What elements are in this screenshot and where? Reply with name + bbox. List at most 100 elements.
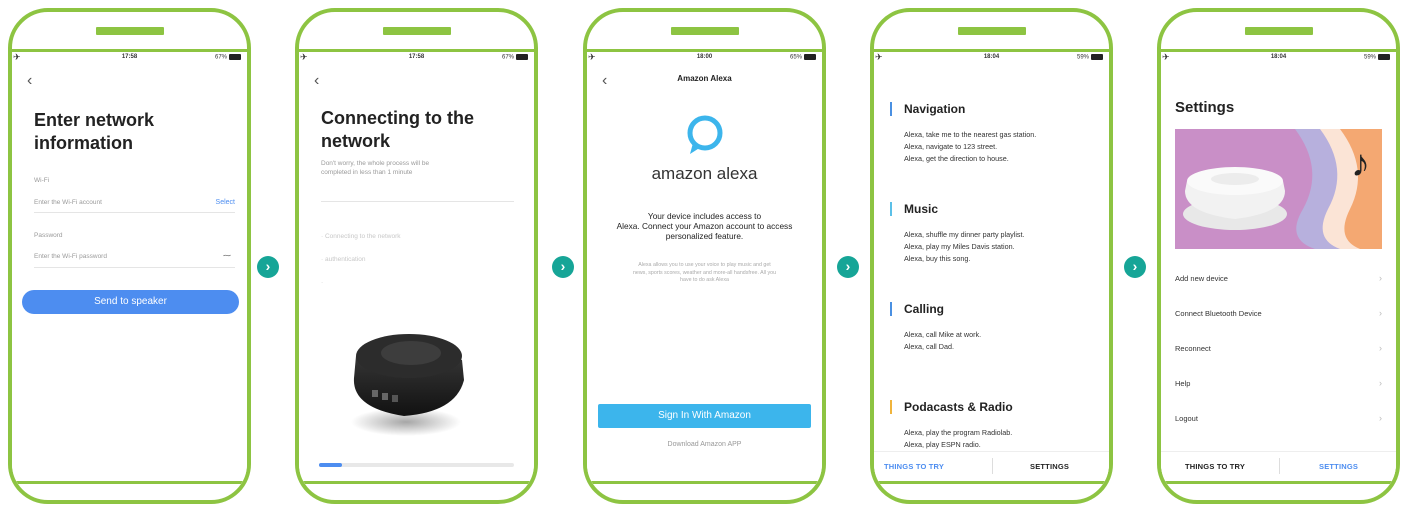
- tab-settings[interactable]: SETTINGS: [1030, 462, 1069, 471]
- next-step-chevron-icon: ›: [837, 256, 859, 278]
- menu-item-label: Help: [1175, 379, 1191, 388]
- speaker-bar: [95, 27, 164, 35]
- example-phrase: Alexa, play my Miles Davis station.: [904, 242, 1015, 251]
- section-accent-bar: [890, 400, 892, 414]
- example-phrase: Alexa, get the direction to house.: [904, 154, 1009, 163]
- status-time: 17:58: [408, 54, 425, 60]
- tab-bar: THINGS TO TRY SETTINGS: [1161, 451, 1396, 481]
- phone-settings: ✈ 18:04 59% Settings ♪ Add new device › Co…: [1157, 8, 1400, 504]
- next-step-chevron-icon: ›: [257, 256, 279, 278]
- battery-indicator: 67%: [215, 54, 241, 61]
- step-connecting: · Connecting to the network: [321, 233, 401, 240]
- section-title: Podacasts & Radio: [890, 400, 1013, 414]
- speaker-bar: [1244, 27, 1313, 35]
- header-title: Amazon Alexa: [677, 74, 732, 83]
- section-examples: Alexa, play the program Radiolab. Alexa, …: [904, 427, 1012, 451]
- battery-indicator: 67%: [502, 54, 528, 61]
- progress-bar: [319, 463, 514, 467]
- battery-indicator: 59%: [1077, 54, 1103, 61]
- status-bar: ✈ 17:58 67%: [299, 52, 534, 64]
- row-arrow-icon: ›: [1379, 343, 1382, 353]
- screen: ✈ 18:00 65% ‹ Amazon Alexa amazon alexa …: [587, 49, 822, 484]
- description: Don't worry, the whole process will be c…: [321, 160, 430, 176]
- speaker-bar: [957, 27, 1026, 35]
- screen: ✈ 17:58 67% ‹ Connecting to the network …: [299, 49, 534, 484]
- example-phrase: Alexa, play the program Radiolab.: [904, 428, 1013, 437]
- section-accent-bar: [890, 302, 892, 316]
- row-arrow-icon: ›: [1379, 308, 1382, 318]
- example-phrase: Alexa, navigate to 123 street.: [904, 142, 998, 151]
- airplane-icon: ✈: [300, 52, 308, 62]
- phone-connecting: ✈ 17:58 67% ‹ Connecting to the network …: [295, 8, 538, 504]
- settings-menu-item[interactable]: Reconnect ›: [1175, 343, 1382, 358]
- battery-indicator: 65%: [790, 54, 816, 61]
- airplane-icon: ✈: [588, 52, 596, 62]
- status-bar: ✈ 18:04 59%: [874, 52, 1109, 64]
- example-phrase: Alexa, play ESPN radio.: [904, 440, 981, 449]
- speaker-bar: [382, 27, 451, 35]
- row-arrow-icon: ›: [1379, 273, 1382, 283]
- eye-toggle-icon[interactable]: ⁓: [223, 251, 231, 260]
- select-wifi-button[interactable]: Select: [216, 199, 235, 206]
- screen: ✈ 18:04 59% Settings ♪ Add new device › Co…: [1161, 49, 1396, 484]
- page-title: Settings: [1175, 99, 1235, 116]
- divider: [34, 267, 235, 268]
- alexa-description: Alexa allows you to use your voice to pl…: [632, 262, 777, 283]
- back-chevron-icon[interactable]: ‹: [314, 72, 319, 90]
- status-bar: ✈ 18:04 59%: [1161, 52, 1396, 64]
- phone-enter-network: ✈ 17:58 67% ‹ Enter network information …: [8, 8, 251, 504]
- settings-menu-item[interactable]: Add new device ›: [1175, 273, 1382, 288]
- password-input[interactable]: Enter the Wi-Fi password: [34, 253, 107, 260]
- section-examples: Alexa, shuffle my dinner party playlist.…: [904, 229, 1025, 265]
- section-accent-bar: [890, 102, 892, 116]
- send-to-speaker-button[interactable]: Send to speaker: [22, 290, 239, 314]
- step-authentication: · authentication: [321, 256, 366, 263]
- tab-things-to-try[interactable]: THINGS TO TRY: [1185, 462, 1245, 471]
- speaker-device-image: [344, 320, 474, 440]
- section-title: Navigation: [890, 102, 965, 116]
- music-note-icon: ♪: [1351, 143, 1370, 185]
- example-phrase: Alexa, take me to the nearest gas statio…: [904, 130, 1037, 139]
- menu-item-label: Reconnect: [1175, 344, 1211, 353]
- status-bar: ✈ 18:00 65%: [587, 52, 822, 64]
- tab-bar: THINGS TO TRY SETTINGS: [874, 451, 1109, 481]
- airplane-icon: ✈: [1162, 52, 1170, 62]
- wifi-label: Wi-Fi: [34, 177, 50, 184]
- settings-menu-item[interactable]: Help ›: [1175, 378, 1382, 393]
- menu-item-label: Add new device: [1175, 274, 1228, 283]
- password-label: Password: [34, 232, 63, 239]
- settings-menu-item[interactable]: Connect Bluetooth Device ›: [1175, 308, 1382, 323]
- menu-item-label: Logout: [1175, 414, 1198, 423]
- section-examples: Alexa, call Mike at work. Alexa, call Dad…: [904, 329, 981, 353]
- intro-text: Your device includes access to Alexa. Co…: [616, 211, 793, 241]
- phone-things-to-try: ✈ 18:04 59% Navigation Alexa, take me to …: [870, 8, 1113, 504]
- sign-in-with-amazon-button[interactable]: Sign In With Amazon: [598, 404, 811, 428]
- divider: [34, 212, 235, 213]
- tab-things-to-try[interactable]: THINGS TO TRY: [884, 462, 944, 471]
- row-arrow-icon: ›: [1379, 413, 1382, 423]
- settings-banner-image: ♪: [1175, 129, 1382, 249]
- section-accent-bar: [890, 202, 892, 216]
- wifi-input[interactable]: Enter the Wi-Fi account: [34, 199, 102, 206]
- status-time: 18:04: [1270, 54, 1287, 60]
- tab-divider: [1279, 458, 1280, 474]
- phone-amazon-alexa: ✈ 18:00 65% ‹ Amazon Alexa amazon alexa …: [583, 8, 826, 504]
- download-amazon-app-link[interactable]: Download Amazon APP: [587, 441, 822, 448]
- airplane-icon: ✈: [875, 52, 883, 62]
- example-phrase: Alexa, call Dad.: [904, 342, 954, 351]
- page-title: Enter network information: [34, 110, 155, 153]
- tab-settings[interactable]: SETTINGS: [1319, 462, 1358, 471]
- back-chevron-icon[interactable]: ‹: [27, 72, 32, 90]
- status-time: 17:58: [121, 54, 138, 60]
- menu-item-label: Connect Bluetooth Device: [1175, 309, 1262, 318]
- page-title: Connecting to the network: [321, 108, 474, 151]
- tab-divider: [992, 458, 993, 474]
- alexa-logo-text: amazon alexa: [651, 164, 758, 183]
- next-step-chevron-icon: ›: [1124, 256, 1146, 278]
- screen: ✈ 18:04 59% Navigation Alexa, take me to …: [874, 49, 1109, 484]
- row-arrow-icon: ›: [1379, 378, 1382, 388]
- status-time: 18:00: [696, 54, 713, 60]
- example-phrase: Alexa, buy this song.: [904, 254, 971, 263]
- battery-indicator: 59%: [1364, 54, 1390, 61]
- settings-menu-item[interactable]: Logout ›: [1175, 413, 1382, 428]
